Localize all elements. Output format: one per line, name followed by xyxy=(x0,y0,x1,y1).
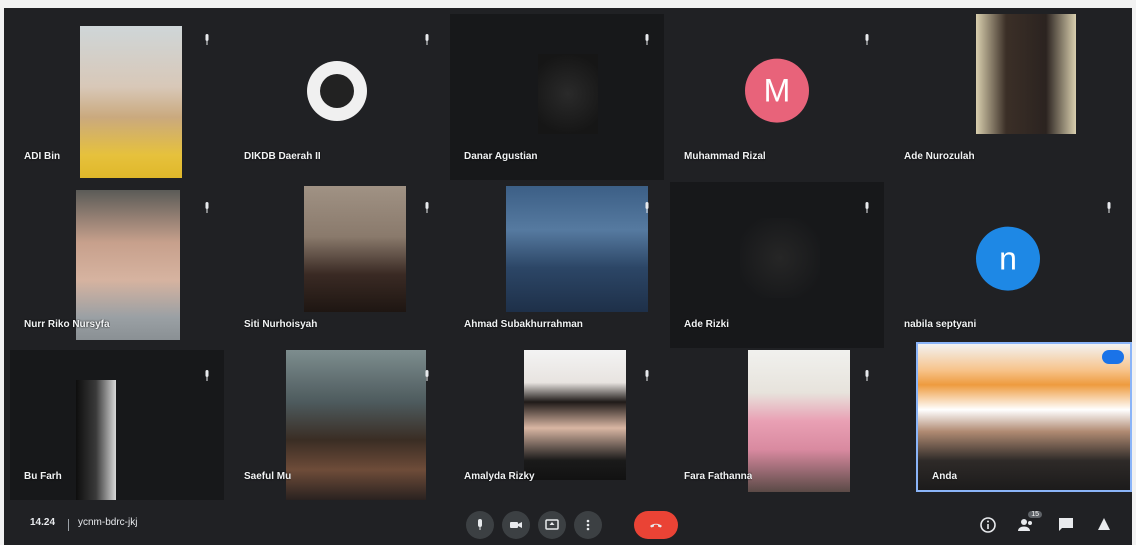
bottom-toolbar: 14.24 ycnm-bdrc-jkj 15 xyxy=(4,505,1132,545)
participant-video xyxy=(740,218,820,298)
participant-tile[interactable]: Saeful Mu xyxy=(230,350,444,500)
more-options-icon xyxy=(586,519,590,531)
present-screen-icon xyxy=(545,519,559,530)
chat-icon xyxy=(1059,518,1073,531)
mic-muted-icon xyxy=(864,202,870,213)
participant-tile[interactable]: Ade Nurozulah xyxy=(890,14,1126,180)
camera-icon xyxy=(510,522,522,528)
mic-toggle-button[interactable] xyxy=(466,511,494,539)
meeting-info-button[interactable] xyxy=(978,515,998,535)
participant-name: Bu Farh xyxy=(24,471,62,482)
participant-tile[interactable]: M Muhammad Rizal xyxy=(670,14,884,180)
participant-tile[interactable]: Nurr Riko Nursyfa xyxy=(10,182,224,348)
participant-tile[interactable]: Ahmad Subakhurrahman xyxy=(450,182,664,348)
activities-icon xyxy=(1098,518,1110,530)
participant-video xyxy=(976,14,1076,134)
mic-muted-icon xyxy=(424,34,430,45)
participant-tile[interactable]: DIKDB Daerah II xyxy=(230,14,444,180)
participant-tile[interactable]: Bu Farh xyxy=(10,350,224,500)
participant-tile[interactable]: Amalyda Rizky xyxy=(450,350,664,500)
meet-screen: ADI Bin DIKDB Daerah II Danar Agustian M… xyxy=(4,8,1132,545)
people-count: 15 xyxy=(1028,511,1042,518)
mic-muted-icon xyxy=(424,370,430,381)
chat-button[interactable] xyxy=(1056,515,1076,535)
participant-video xyxy=(538,54,598,134)
meeting-time: 14.24 xyxy=(30,517,56,528)
info-icon xyxy=(980,517,996,533)
participant-video xyxy=(506,186,648,312)
mic-icon xyxy=(478,519,482,530)
participant-video xyxy=(80,26,182,178)
mic-muted-icon xyxy=(204,370,210,381)
participant-name: Ade Nurozulah xyxy=(904,151,975,162)
meeting-code: ycnm-bdrc-jkj xyxy=(78,517,138,528)
participant-video xyxy=(286,350,426,500)
mic-muted-icon xyxy=(424,202,430,213)
participant-video xyxy=(304,186,406,312)
participant-avatar: n xyxy=(976,226,1040,291)
mic-muted-icon xyxy=(644,202,650,213)
participant-tile[interactable]: Siti Nurhoisyah xyxy=(230,182,444,348)
camera-toggle-button[interactable] xyxy=(502,511,530,539)
avatar-letter: M xyxy=(763,72,791,109)
end-call-icon xyxy=(650,523,662,528)
participant-avatar: M xyxy=(745,58,809,123)
participant-name: nabila septyani xyxy=(904,319,977,330)
present-button[interactable] xyxy=(538,511,566,539)
participant-tile[interactable]: Fara Fathanna xyxy=(670,350,884,500)
self-view-tile[interactable]: Anda xyxy=(916,342,1132,492)
people-button[interactable]: 15 xyxy=(1016,511,1042,535)
participant-tile[interactable]: n nabila septyani xyxy=(890,182,1126,348)
participant-name: Saeful Mu xyxy=(244,471,292,482)
participant-name: Muhammad Rizal xyxy=(684,151,766,162)
mic-muted-icon xyxy=(204,34,210,45)
toolbar-separator xyxy=(68,519,69,531)
people-icon xyxy=(1018,519,1032,531)
participant-name: Danar Agustian xyxy=(464,151,538,162)
participant-name: Siti Nurhoisyah xyxy=(244,319,318,330)
participant-name: Ade Rizki xyxy=(684,319,730,330)
mic-muted-icon xyxy=(644,370,650,381)
participant-name: Amalyda Rizky xyxy=(464,471,535,482)
mic-muted-icon xyxy=(644,34,650,45)
participant-video xyxy=(76,380,116,500)
participant-name: Fara Fathanna xyxy=(684,471,753,482)
participant-name: Anda xyxy=(932,471,957,482)
participant-video xyxy=(524,350,626,480)
avatar-letter: n xyxy=(999,240,1017,277)
participant-video xyxy=(76,190,180,340)
participant-tile[interactable]: Danar Agustian xyxy=(450,14,664,180)
participant-name: Ahmad Subakhurrahman xyxy=(464,319,583,330)
mic-muted-icon xyxy=(204,202,210,213)
end-call-button[interactable] xyxy=(634,511,678,539)
activities-button[interactable] xyxy=(1094,515,1114,535)
participant-name: Nurr Riko Nursyfa xyxy=(24,319,110,330)
mic-muted-icon xyxy=(1106,202,1112,213)
mic-muted-icon xyxy=(864,370,870,381)
participant-name: DIKDB Daerah II xyxy=(244,151,321,162)
mic-muted-icon xyxy=(864,34,870,45)
institution-logo xyxy=(307,61,367,121)
participant-tile[interactable]: ADI Bin xyxy=(10,14,224,180)
more-options-button[interactable] xyxy=(574,511,602,539)
self-video xyxy=(918,344,1130,490)
participant-name: ADI Bin xyxy=(24,151,61,162)
speaking-indicator-icon xyxy=(1102,350,1124,364)
participant-video xyxy=(748,350,850,492)
participant-tile[interactable]: Ade Rizki xyxy=(670,182,884,348)
